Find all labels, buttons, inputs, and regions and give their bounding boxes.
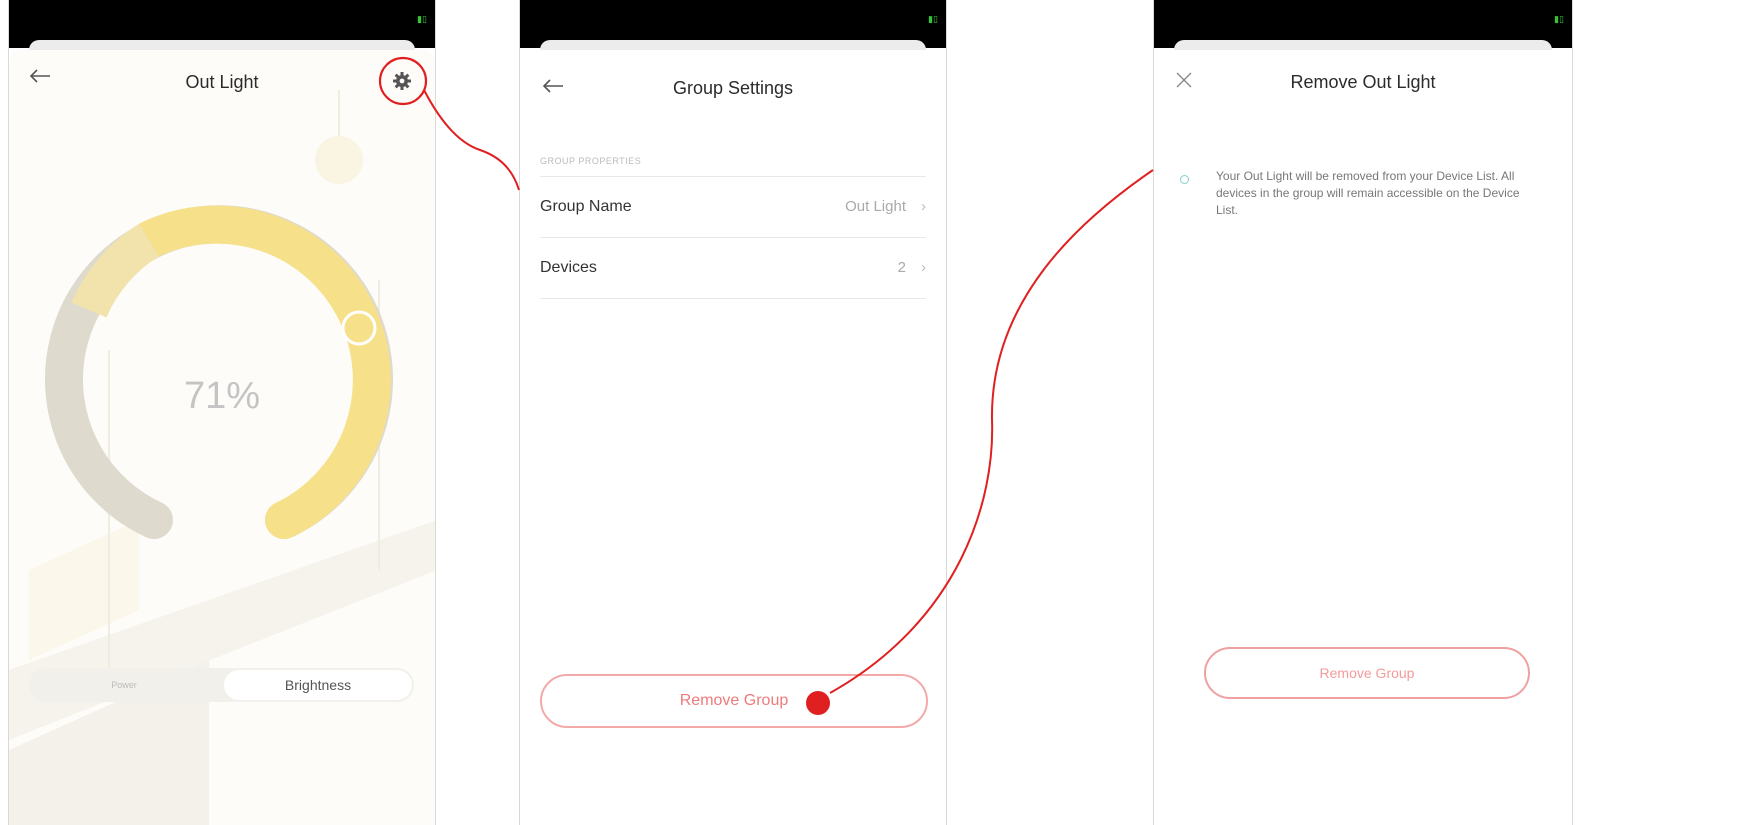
dial-fill (130, 205, 391, 539)
gear-icon[interactable] (392, 71, 412, 96)
screen-out-light: ▮▯ Out Light 71% Power Brightness (8, 0, 436, 825)
tab-power[interactable]: Power (29, 668, 219, 702)
remove-confirm-sheet: Remove Out Light Your Out Light will be … (1154, 50, 1572, 825)
dial-fill-left (71, 223, 160, 318)
row-label: Devices (540, 259, 597, 276)
page-title: Group Settings (672, 78, 794, 98)
row-devices[interactable]: Devices 2 › (540, 238, 926, 299)
remove-group-button[interactable]: Remove Group (1204, 647, 1530, 699)
mode-tabs: Power Brightness (29, 668, 414, 702)
info-dot-icon (1180, 175, 1189, 184)
row-value: Out Light (845, 198, 906, 215)
screen-remove-confirm: ▮▯ Remove Out Light Your Out Light will … (1153, 0, 1573, 825)
row-group-name[interactable]: Group Name Out Light › (540, 177, 926, 238)
row-value: 2 (897, 259, 906, 276)
screen-group-settings: ▮▯ Group Settings GROUP PROPERTIES Group… (519, 0, 947, 825)
connector-gear-to-settings (423, 89, 520, 191)
remove-group-button[interactable]: Remove Group (540, 674, 928, 728)
battery-icon: ▮▯ (417, 14, 427, 24)
row-label: Group Name (540, 198, 632, 215)
brightness-value: 71% (183, 375, 261, 417)
tab-brightness[interactable]: Brightness (224, 670, 412, 700)
group-settings-sheet: Group Settings GROUP PROPERTIES Group Na… (520, 50, 946, 825)
battery-icon: ▮▯ (1554, 14, 1564, 24)
info-text: Your Out Light will be removed from your… (1216, 169, 1520, 217)
page-title: Out Light (185, 72, 259, 92)
section-header: GROUP PROPERTIES (540, 156, 642, 166)
chevron-right-icon: › (921, 259, 926, 276)
battery-icon: ▮▯ (928, 14, 938, 24)
chevron-right-icon: › (921, 198, 926, 215)
light-control-sheet: Out Light 71% Power Brightness (9, 50, 435, 825)
page-title: Remove Out Light (1290, 72, 1436, 92)
